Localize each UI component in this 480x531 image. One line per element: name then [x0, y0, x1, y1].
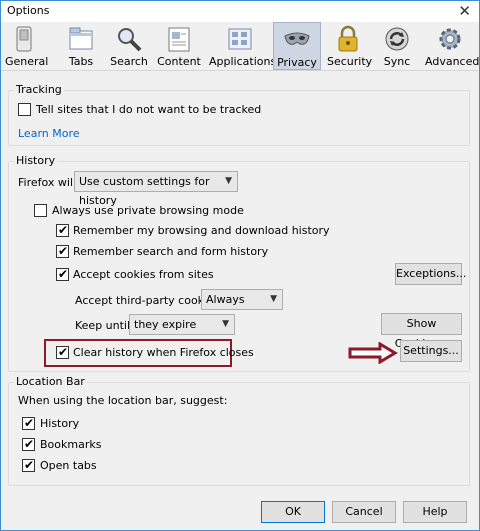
suggest-label: When using the location bar, suggest: [18, 394, 228, 407]
options-window: Options ✕ General Tabs Search Content Ap… [0, 0, 480, 531]
tab-applications[interactable]: Applications [209, 22, 277, 70]
tab-sync-label: Sync [383, 55, 411, 68]
learn-more-link[interactable]: Learn More [18, 127, 80, 140]
suggest-open-tabs-label: Open tabs [40, 459, 97, 472]
ok-button[interactable]: OK [261, 501, 325, 523]
search-icon [118, 28, 142, 52]
tab-general[interactable]: General [5, 22, 49, 70]
applications-icon [228, 28, 252, 50]
show-cookies-button[interactable]: Show Cookies... [381, 313, 462, 350]
tab-tabs[interactable]: Tabs [63, 22, 99, 70]
suggest-history-label: History [40, 417, 80, 430]
do-not-track-label: Tell sites that I do not want to be trac… [36, 103, 262, 116]
tab-security[interactable]: Security [327, 22, 373, 70]
cancel-button[interactable]: Cancel [332, 501, 396, 523]
firefox-will-label: Firefox will: [18, 176, 80, 189]
history-settings-button[interactable]: Settings... [400, 340, 462, 362]
window-title: Options [7, 4, 50, 17]
exceptions-button[interactable]: Exceptions... [395, 263, 466, 285]
chevron-down-icon: ▼ [270, 294, 277, 304]
privacy-mask-icon [284, 32, 310, 45]
history-group-title: History [14, 154, 58, 167]
tracking-group-title: Tracking [14, 83, 64, 96]
tab-tabs-label: Tabs [68, 55, 94, 68]
accept-cookies-label: Accept cookies from sites [73, 268, 214, 281]
close-icon[interactable]: ✕ [458, 2, 471, 20]
third-party-cookies-value: Always [206, 293, 245, 306]
remember-search-label: Remember search and form history [73, 245, 269, 258]
location-bar-group-title: Location Bar [14, 375, 87, 388]
suggest-open-tabs-checkbox[interactable] [22, 457, 35, 473]
tabs-icon [69, 27, 93, 50]
tab-general-label: General [5, 55, 49, 68]
remember-browsing-checkbox[interactable] [56, 222, 69, 238]
suggest-bookmarks-checkbox[interactable] [22, 436, 35, 452]
tab-privacy[interactable]: Privacy [273, 22, 321, 70]
tab-advanced[interactable]: Advanced [425, 22, 480, 70]
clear-history-checkbox[interactable] [56, 344, 69, 360]
tab-content-label: Content [157, 55, 201, 68]
tab-applications-label: Applications [209, 55, 277, 68]
remember-search-checkbox[interactable] [56, 243, 69, 259]
private-mode-label: Always use private browsing mode [52, 204, 244, 217]
private-mode-checkbox[interactable] [34, 204, 47, 217]
clear-history-label: Clear history when Firefox closes [73, 346, 254, 359]
keep-until-label: Keep until: [75, 319, 134, 332]
chevron-down-icon: ▼ [222, 319, 229, 329]
tab-sync[interactable]: Sync [377, 22, 417, 70]
title-bar: Options ✕ [1, 1, 479, 22]
gear-icon [439, 28, 461, 50]
general-switch-icon [16, 26, 32, 52]
suggest-bookmarks-label: Bookmarks [40, 438, 102, 451]
help-button[interactable]: Help [403, 501, 467, 523]
do-not-track-checkbox[interactable] [18, 103, 31, 116]
accept-cookies-checkbox[interactable] [56, 266, 69, 282]
suggest-history-checkbox[interactable] [22, 415, 35, 431]
tab-search[interactable]: Search [109, 22, 149, 70]
sync-icon [385, 27, 409, 51]
tab-content[interactable]: Content [157, 22, 201, 70]
chevron-down-icon: ▼ [225, 176, 232, 186]
lock-icon [338, 25, 358, 52]
third-party-cookies-select[interactable]: Always ▼ [201, 289, 283, 310]
keep-until-select[interactable]: they expire ▼ [129, 314, 235, 335]
tab-search-label: Search [110, 55, 148, 68]
history-mode-select[interactable]: Use custom settings for history ▼ [74, 171, 238, 207]
keep-until-value: they expire [134, 318, 197, 331]
annotation-arrow-icon [348, 342, 398, 364]
content-document-icon [168, 27, 190, 52]
tab-advanced-label: Advanced [425, 55, 480, 68]
preferences-toolbar: General Tabs Search Content Applications… [1, 22, 479, 71]
remember-browsing-label: Remember my browsing and download histor… [73, 224, 330, 237]
tab-privacy-label: Privacy [277, 56, 317, 69]
tab-security-label: Security [327, 55, 373, 68]
